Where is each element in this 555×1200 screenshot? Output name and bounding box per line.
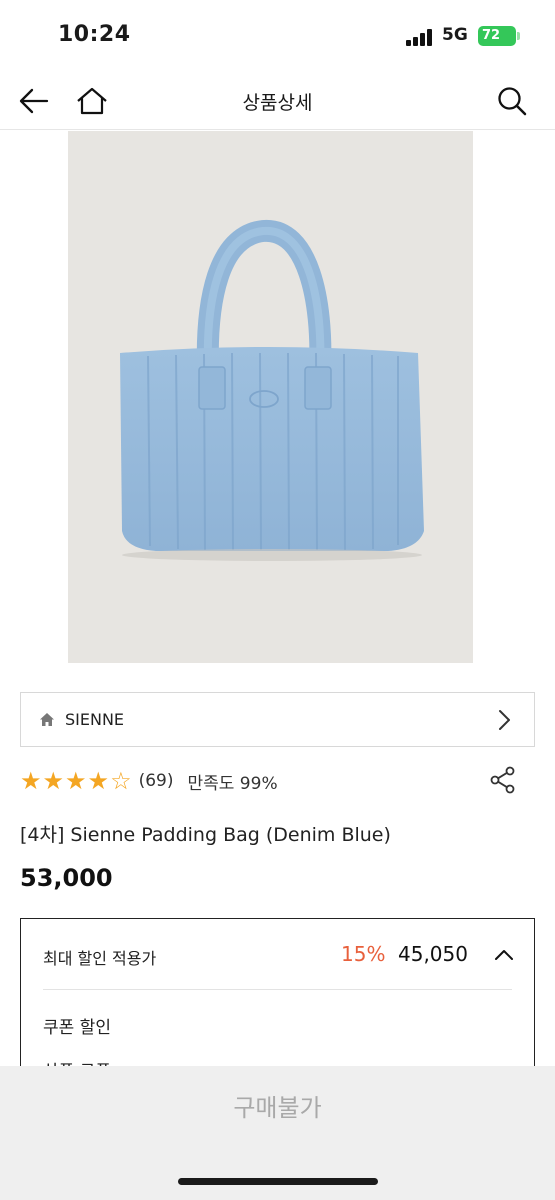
status-bar: 10:24 5G 72 xyxy=(0,0,555,72)
brand-name: SIENNE xyxy=(65,710,125,729)
chevron-up-icon xyxy=(495,950,513,960)
rating-row: ★ ★ ★ ★ ☆ (69) 만족도 99% xyxy=(20,764,535,798)
discount-panel: 최대 할인 적용가 15% 45,050 쿠폰 할인 상품 쿠폰 xyxy=(20,918,535,1078)
divider xyxy=(43,989,512,990)
nav-header: 상품상세 xyxy=(0,72,555,130)
network-label: 5G xyxy=(442,25,468,45)
product-image[interactable] xyxy=(68,131,473,663)
coupon-discount-label: 쿠폰 할인 xyxy=(43,1018,111,1038)
satisfaction-text: 만족도 99% xyxy=(187,773,278,794)
share-button[interactable] xyxy=(489,766,517,798)
buy-button[interactable]: 구매불가 xyxy=(0,1066,555,1144)
chevron-right-icon xyxy=(499,710,510,730)
buy-bar: 구매불가 xyxy=(0,1066,555,1200)
star-icon: ★ xyxy=(87,767,110,795)
tote-bag-image xyxy=(120,219,424,561)
battery-tip xyxy=(517,32,520,40)
review-count[interactable]: (69) xyxy=(139,771,174,791)
brand-link[interactable]: SIENNE xyxy=(20,692,535,747)
search-button[interactable] xyxy=(494,84,530,118)
home-indicator xyxy=(178,1178,378,1185)
battery-level: 72 xyxy=(482,28,501,43)
product-price: 53,000 xyxy=(20,864,113,892)
star-icon: ★ xyxy=(42,767,65,795)
search-icon xyxy=(498,87,527,116)
product-title: [4차] Sienne Padding Bag (Denim Blue) xyxy=(20,824,391,846)
status-time: 10:24 xyxy=(58,22,131,47)
signal-icon xyxy=(406,28,436,46)
star-rating[interactable]: ★ ★ ★ ★ ☆ xyxy=(20,769,133,793)
home-icon xyxy=(40,713,54,726)
star-outline-icon: ☆ xyxy=(110,767,132,795)
page-title: 상품상세 xyxy=(242,92,313,114)
discount-label: 최대 할인 적용가 xyxy=(43,949,157,968)
share-icon xyxy=(490,766,515,794)
discount-price: 45,050 xyxy=(398,942,468,966)
star-icon: ★ xyxy=(20,767,42,795)
star-icon: ★ xyxy=(65,767,87,795)
discount-toggle-button[interactable] xyxy=(494,946,514,965)
battery-icon: 72 xyxy=(478,26,516,46)
discount-rate: 15% xyxy=(341,942,386,966)
